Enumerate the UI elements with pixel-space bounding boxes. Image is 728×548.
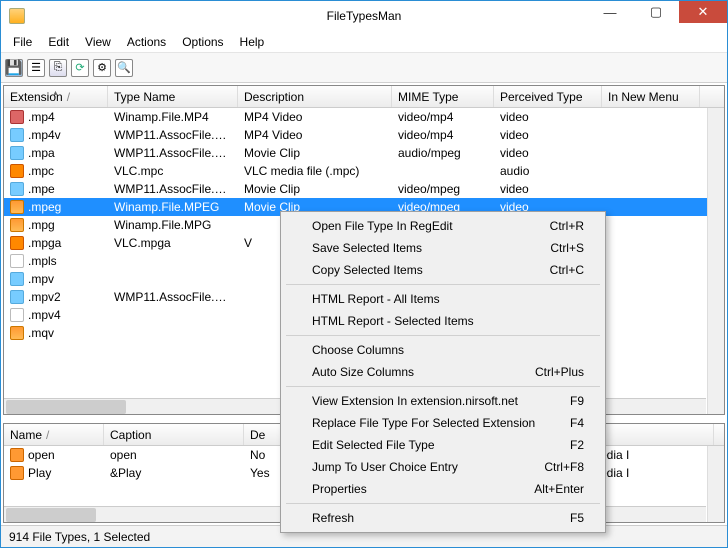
- col-type-name[interactable]: Type Name: [108, 86, 238, 107]
- ctx-refresh[interactable]: RefreshF5: [284, 507, 602, 529]
- refresh-icon[interactable]: ⟳: [71, 59, 89, 77]
- file-icon: [10, 164, 24, 178]
- ctx-copy-selected-items[interactable]: Copy Selected ItemsCtrl+C: [284, 259, 602, 281]
- menu-options[interactable]: Options: [174, 33, 231, 51]
- file-icon: [10, 308, 24, 322]
- ctx-separator: [286, 503, 600, 504]
- copy-icon[interactable]: ⎘: [49, 59, 67, 77]
- window-title: FileTypesMan: [327, 9, 402, 23]
- file-icon: [10, 200, 24, 214]
- file-icon: [10, 182, 24, 196]
- menu-help[interactable]: Help: [232, 33, 273, 51]
- toolbar: 💾 ☰ ⎘ ⟳ ⚙ 🔍: [1, 53, 727, 83]
- file-icon: [10, 128, 24, 142]
- table-row[interactable]: .mpaWMP11.AssocFile.M...Movie Clipaudio/…: [4, 144, 724, 162]
- ctx-properties[interactable]: PropertiesAlt+Enter: [284, 478, 602, 500]
- ctx-html-report-selected-items[interactable]: HTML Report - Selected Items: [284, 310, 602, 332]
- file-icon: [10, 218, 24, 232]
- titlebar: FileTypesMan — ▢ ✕: [1, 1, 727, 31]
- close-button[interactable]: ✕: [679, 1, 727, 23]
- play-icon: [10, 466, 24, 480]
- upper-vscroll[interactable]: [707, 108, 724, 414]
- table-row[interactable]: .mpeWMP11.AssocFile.M...Movie Clipvideo/…: [4, 180, 724, 198]
- menu-file[interactable]: File: [5, 33, 40, 51]
- options-icon[interactable]: ⚙: [93, 59, 111, 77]
- minimize-button[interactable]: —: [587, 1, 633, 23]
- find-icon[interactable]: 🔍: [115, 59, 133, 77]
- play-icon: [10, 448, 24, 462]
- table-row[interactable]: .mp4Winamp.File.MP4MP4 Videovideo/mp4vid…: [4, 108, 724, 126]
- ctx-edit-selected-file-type[interactable]: Edit Selected File TypeF2: [284, 434, 602, 456]
- file-icon: [10, 236, 24, 250]
- ctx-separator: [286, 386, 600, 387]
- ctx-separator: [286, 335, 600, 336]
- ctx-open-file-type-in-regedit[interactable]: Open File Type In RegEditCtrl+R: [284, 215, 602, 237]
- ctx-jump-to-user-choice-entry[interactable]: Jump To User Choice EntryCtrl+F8: [284, 456, 602, 478]
- lower-vscroll[interactable]: [707, 446, 724, 522]
- properties-icon[interactable]: ☰: [27, 59, 45, 77]
- col-caption[interactable]: Caption: [104, 424, 244, 445]
- ctx-html-report-all-items[interactable]: HTML Report - All Items: [284, 288, 602, 310]
- save-icon[interactable]: 💾: [5, 59, 23, 77]
- table-row[interactable]: .mp4vWMP11.AssocFile.M...MP4 Videovideo/…: [4, 126, 724, 144]
- menubar: File Edit View Actions Options Help: [1, 31, 727, 53]
- context-menu: Open File Type In RegEditCtrl+RSave Sele…: [280, 211, 606, 533]
- file-icon: [10, 290, 24, 304]
- menu-actions[interactable]: Actions: [119, 33, 174, 51]
- file-icon: [10, 326, 24, 340]
- col-perceived-type[interactable]: Perceived Type: [494, 86, 602, 107]
- upper-headers: Extension▴ /Type NameDescriptionMIME Typ…: [4, 86, 724, 108]
- window-buttons: — ▢ ✕: [587, 1, 727, 23]
- ctx-auto-size-columns[interactable]: Auto Size ColumnsCtrl+Plus: [284, 361, 602, 383]
- ctx-save-selected-items[interactable]: Save Selected ItemsCtrl+S: [284, 237, 602, 259]
- maximize-button[interactable]: ▢: [633, 1, 679, 23]
- ctx-replace-file-type-for-selected-extension[interactable]: Replace File Type For Selected Extension…: [284, 412, 602, 434]
- col-mime-type[interactable]: MIME Type: [392, 86, 494, 107]
- status-text: 914 File Types, 1 Selected: [9, 530, 150, 544]
- file-icon: [10, 146, 24, 160]
- col-de[interactable]: De: [244, 424, 284, 445]
- file-icon: [10, 272, 24, 286]
- col-name[interactable]: Name /: [4, 424, 104, 445]
- col-description[interactable]: Description: [238, 86, 392, 107]
- col-in-new-menu[interactable]: In New Menu: [602, 86, 700, 107]
- ctx-choose-columns[interactable]: Choose Columns: [284, 339, 602, 361]
- ctx-separator: [286, 284, 600, 285]
- app-icon: [9, 8, 25, 24]
- file-icon: [10, 254, 24, 268]
- menu-view[interactable]: View: [77, 33, 119, 51]
- file-icon: [10, 110, 24, 124]
- ctx-view-extension-in-extension-nirsoft-net[interactable]: View Extension In extension.nirsoft.netF…: [284, 390, 602, 412]
- col-extension[interactable]: Extension▴ /: [4, 86, 108, 107]
- menu-edit[interactable]: Edit: [40, 33, 77, 51]
- table-row[interactable]: .mpcVLC.mpcVLC media file (.mpc)audio: [4, 162, 724, 180]
